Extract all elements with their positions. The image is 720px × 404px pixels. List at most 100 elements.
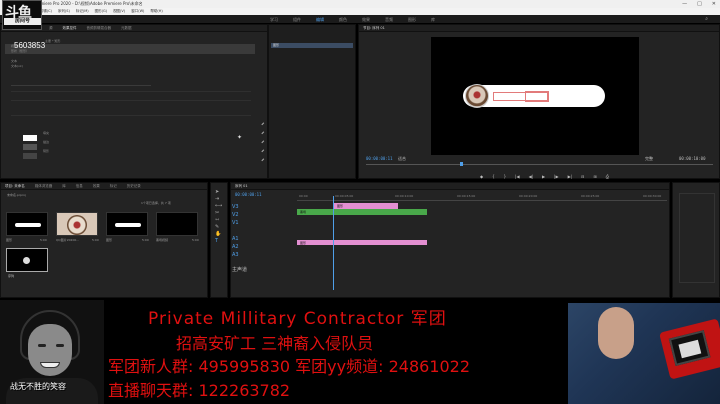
go-to-in-button[interactable]: |◀	[515, 174, 519, 179]
list-item[interactable]: 图形	[271, 43, 353, 48]
track-select-tool-icon[interactable]: ⇥	[215, 196, 222, 203]
slip-tool-icon[interactable]: ⇿	[215, 217, 222, 224]
program-timecode[interactable]: 00:00:00:11	[366, 156, 393, 161]
program-monitor-title[interactable]: 节目: 序列 01	[363, 25, 385, 31]
workspace-tab-libraries[interactable]: 库	[431, 15, 435, 24]
track-header[interactable]: V2	[232, 212, 292, 219]
lift-button[interactable]: ⊟	[581, 174, 584, 179]
workspace-tab-learn[interactable]: 学习	[270, 15, 278, 24]
track-header[interactable]: A3	[232, 252, 292, 259]
mark-out-button[interactable]: }	[504, 174, 507, 179]
menu-markers[interactable]: 标记(M)	[76, 8, 89, 15]
track-header[interactable]: A1	[232, 236, 292, 243]
stream-logo: 斗鱼 房间号	[2, 0, 42, 30]
track-header[interactable]: A2	[232, 244, 292, 251]
audio-meter	[679, 193, 715, 283]
go-to-out-button[interactable]: ▶|	[568, 174, 572, 179]
step-forward-button[interactable]: |▶	[554, 174, 558, 179]
keyframe-pen-icon[interactable]	[261, 122, 266, 127]
menu-window[interactable]: 窗口(W)	[131, 8, 144, 15]
tab-project[interactable]: 项目: 未命名	[5, 183, 25, 189]
project-item-thumbnail[interactable]	[6, 212, 48, 236]
device	[659, 318, 720, 380]
tab-markers[interactable]: 标记	[110, 183, 117, 189]
timeline-timecode[interactable]: 00:00:00:11	[235, 192, 262, 197]
menu-graphics[interactable]: 图形(G)	[95, 8, 107, 15]
track-label: V2	[232, 212, 239, 218]
timeline-clip[interactable]: 黑场	[297, 209, 427, 215]
play-button[interactable]: ▶	[542, 174, 545, 179]
project-item-thumbnail[interactable]	[56, 212, 98, 236]
add-marker-button[interactable]: ◆	[480, 174, 483, 179]
workspace-tab-effects[interactable]: 效果	[362, 15, 370, 24]
selection-tool-icon[interactable]: ➤	[215, 189, 222, 196]
track-header[interactable]: 主声道	[232, 266, 292, 273]
menu-help[interactable]: 帮助(H)	[150, 8, 162, 15]
workspace-tab-editing[interactable]: 编辑	[316, 15, 324, 24]
pen-tool-icon[interactable]: ✎	[215, 224, 222, 231]
timeline-playhead[interactable]	[333, 196, 334, 290]
keyframe-pen-icon[interactable]	[261, 131, 266, 136]
track-label: A1	[232, 236, 239, 242]
project-item-thumbnail[interactable]	[106, 212, 148, 236]
tab-effects[interactable]: 效果	[93, 183, 100, 189]
workspace-bar: 学习 组件 编辑 颜色 效果 音频 图形 库 ⌕	[0, 15, 720, 24]
project-item-label: 图形	[106, 238, 113, 242]
playback-scrubber[interactable]	[366, 164, 713, 165]
webcam-feed: 战无不胜的笑容	[0, 300, 104, 404]
keyframe-pen-icon[interactable]	[261, 149, 266, 154]
workspace-tab-assembly[interactable]: 组件	[293, 15, 301, 24]
keyframe-pen-icon[interactable]	[261, 158, 266, 163]
tab-libraries[interactable]: 库	[62, 183, 66, 189]
hand-tool-icon[interactable]: ✋	[215, 231, 222, 238]
eye	[56, 344, 64, 347]
timeline-clip[interactable]: 图形	[297, 240, 427, 245]
ruler-tick: 00:00:25:00	[581, 194, 600, 198]
shadow-color-swatch[interactable]	[23, 153, 37, 159]
export-frame-button[interactable]: ⎙	[606, 174, 609, 179]
keyframe-pen-icon[interactable]	[261, 140, 266, 145]
type-tool-icon[interactable]: T	[215, 238, 222, 245]
ruler-tick: 00:00:20:00	[519, 194, 538, 198]
razor-tool-icon[interactable]: ✂	[215, 210, 222, 217]
search-icon[interactable]: ⌕	[705, 16, 708, 22]
tab-source[interactable]: 源	[49, 25, 53, 31]
stroke-color-swatch[interactable]	[23, 144, 37, 150]
text-box-outline[interactable]	[525, 91, 549, 102]
step-back-button[interactable]: ◀|	[529, 174, 533, 179]
source-list-panel: 图形	[268, 24, 356, 179]
playhead-marker[interactable]	[460, 162, 463, 166]
workspace-tab-graphics[interactable]: 图形	[408, 15, 416, 24]
tab-audio-clip-mixer[interactable]: 音频剪辑混合器	[87, 25, 112, 31]
workspace-tab-audio[interactable]: 音频	[385, 15, 393, 24]
track-header[interactable]: V1	[232, 220, 292, 227]
tab-info[interactable]: 信息	[76, 183, 83, 189]
project-item-label: QQ图片20200...	[56, 238, 80, 242]
close-button[interactable]: ✕	[712, 0, 716, 8]
mark-in-button[interactable]: {	[492, 174, 495, 179]
project-item-duration: 5:00	[40, 238, 47, 242]
project-item-thumbnail[interactable]	[6, 248, 48, 272]
program-canvas[interactable]	[431, 37, 639, 155]
tab-history[interactable]: 历史记录	[127, 183, 141, 189]
tab-effect-controls[interactable]: 效果控件	[63, 25, 77, 31]
minimize-button[interactable]: —	[682, 0, 687, 8]
menu-view[interactable]: 视图(V)	[113, 8, 125, 15]
fill-color-swatch[interactable]	[23, 135, 37, 141]
webcam-caption: 战无不胜的笑容	[10, 382, 66, 391]
project-item-thumbnail[interactable]	[156, 212, 198, 236]
tab-metadata[interactable]: 元数据	[121, 25, 132, 31]
tab-media-browser[interactable]: 媒体浏览器	[35, 183, 53, 189]
track-label: A2	[232, 244, 239, 250]
secondary-camera-feed	[568, 303, 720, 404]
ripple-edit-tool-icon[interactable]: ⟷	[215, 203, 222, 210]
timeline-ruler[interactable]: 00:00 00:00:05:00 00:00:10:00 00:00:15:0…	[297, 191, 667, 201]
timeline-tab[interactable]: 序列 01	[235, 183, 248, 189]
fit-select[interactable]: 适合	[398, 156, 406, 162]
maximize-button[interactable]: □	[697, 0, 702, 8]
extract-button[interactable]: ⊞	[593, 174, 596, 179]
menu-sequence[interactable]: 序列(S)	[58, 8, 70, 15]
track-header[interactable]: V3	[232, 204, 292, 211]
workspace-tab-color[interactable]: 颜色	[339, 15, 347, 24]
quality-select[interactable]: 完整	[645, 156, 653, 162]
